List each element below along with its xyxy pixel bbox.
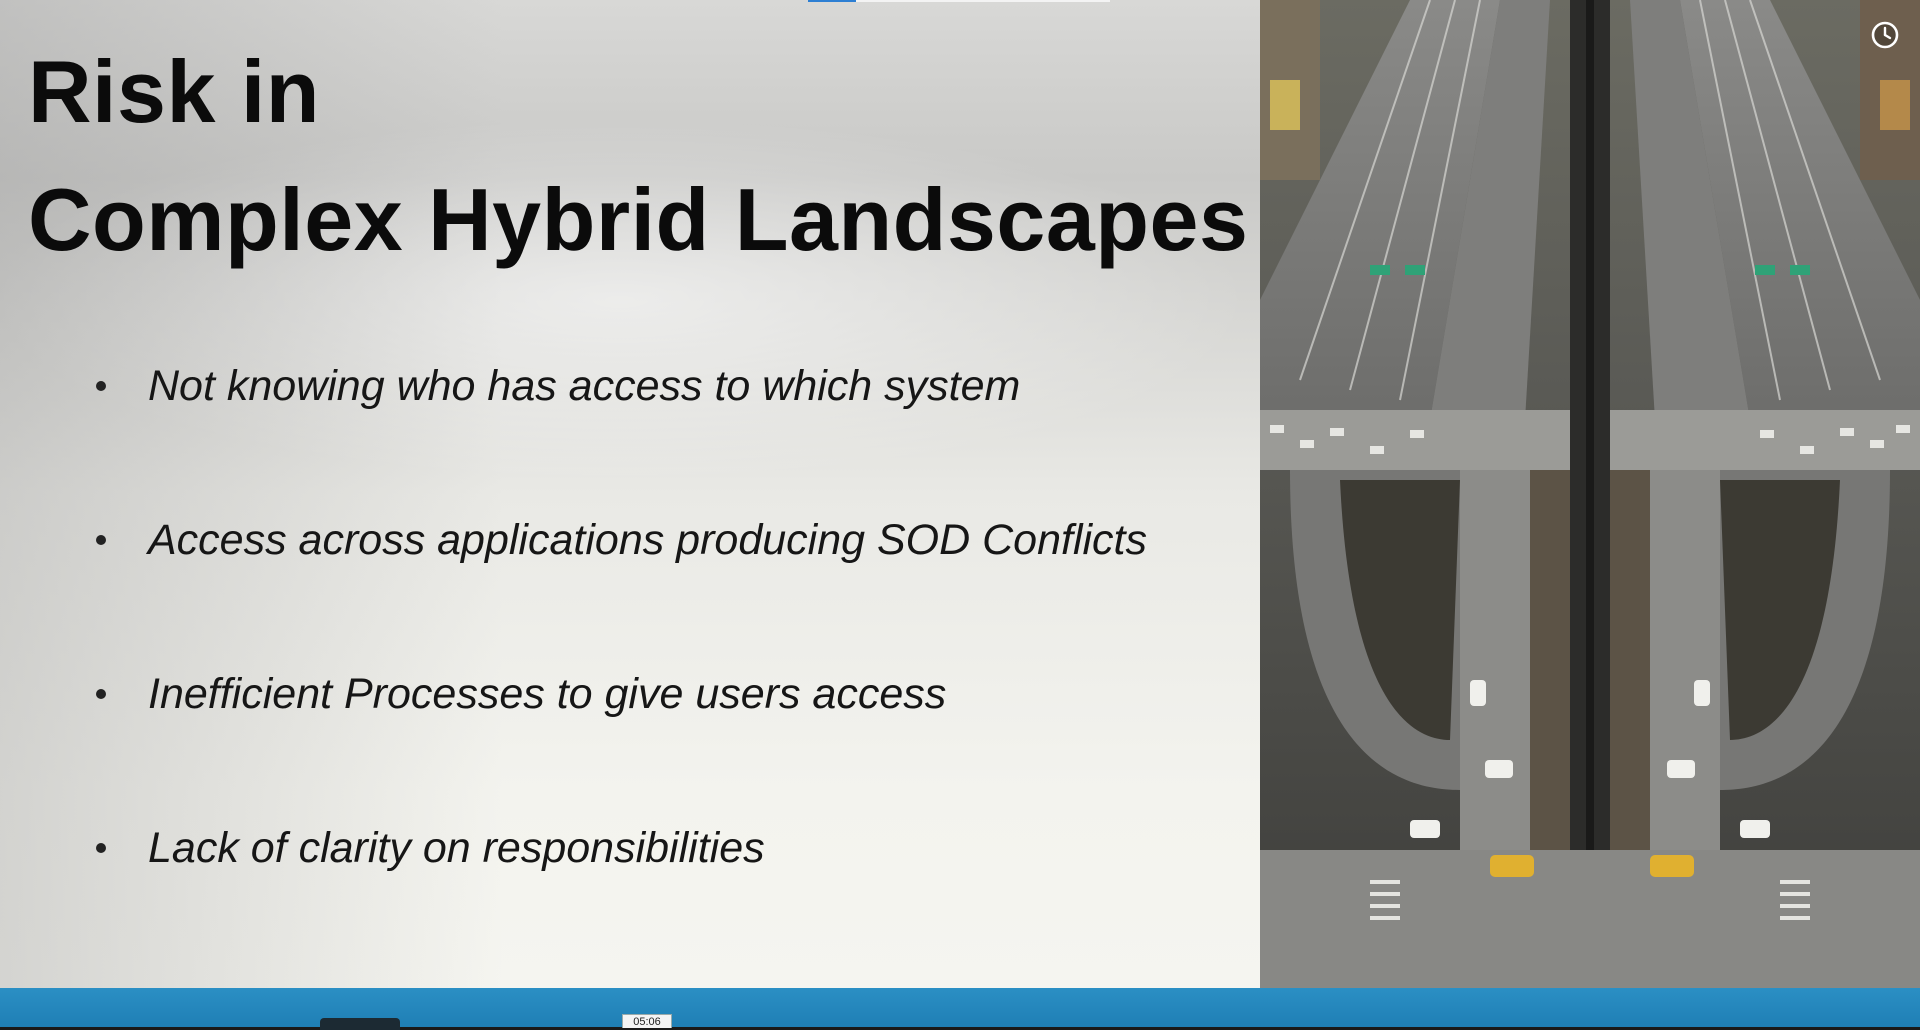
bullet-dot <box>96 689 106 699</box>
presentation-slide: Risk in Complex Hybrid Landscapes Not kn… <box>0 0 1920 988</box>
bullet-item: Not knowing who has access to which syst… <box>96 360 1147 514</box>
bullet-item: Lack of clarity on responsibilities <box>96 822 1147 976</box>
bullet-text: Not knowing who has access to which syst… <box>148 362 1021 410</box>
clock-icon[interactable] <box>1868 18 1902 52</box>
bullet-item: Access across applications producing SOD… <box>96 514 1147 668</box>
bullet-text: Access across applications producing SOD… <box>148 516 1147 564</box>
top-progress-track <box>808 0 1110 2</box>
highway-photo <box>1260 0 1920 988</box>
player-control-bar <box>0 988 1920 1027</box>
bullet-text: Lack of clarity on responsibilities <box>148 824 765 872</box>
bullet-item: Inefficient Processes to give users acce… <box>96 668 1147 822</box>
slide-text-panel: Risk in Complex Hybrid Landscapes Not kn… <box>0 0 1260 988</box>
highway-photo-drawing <box>1260 0 1920 988</box>
bullet-list: Not knowing who has access to which syst… <box>96 360 1147 976</box>
bullet-text: Inefficient Processes to give users acce… <box>148 670 947 718</box>
timestamp-tooltip: 05:06 <box>622 1014 672 1028</box>
bullet-dot <box>96 535 106 545</box>
top-progress-fill <box>808 0 857 2</box>
seek-handle[interactable] <box>320 1018 400 1030</box>
bullet-dot <box>96 381 106 391</box>
slide-title-line2: Complex Hybrid Landscapes <box>28 170 1249 269</box>
slide-title-line1: Risk in <box>28 42 321 141</box>
bullet-dot <box>96 843 106 853</box>
slide-title: Risk in Complex Hybrid Landscapes <box>28 28 1248 284</box>
